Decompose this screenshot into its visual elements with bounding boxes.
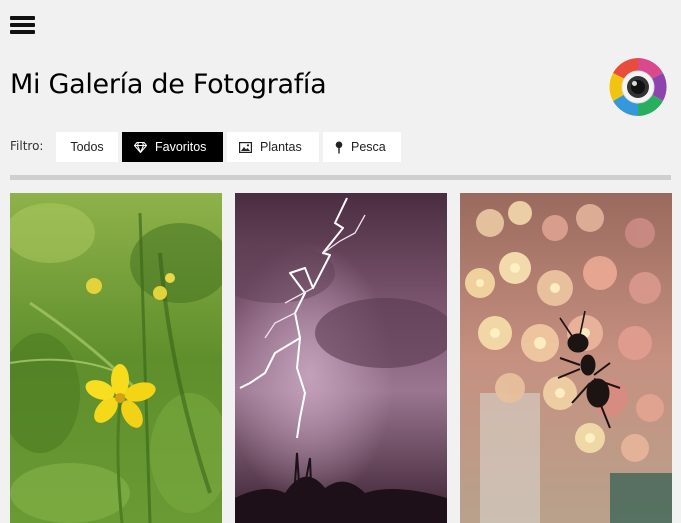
filter-label: Filtro: — [10, 139, 44, 153]
filter-favoritos-label: Favoritos — [155, 140, 207, 154]
filter-todos-label: Todos — [70, 140, 104, 154]
filter-plantas-label: Plantas — [260, 140, 302, 154]
yellow-flower-photo[interactable] — [10, 193, 222, 523]
camera-aperture-logo[interactable] — [607, 56, 669, 118]
map-pin-icon — [335, 141, 343, 154]
photo-gallery — [10, 193, 672, 523]
filter-pesca-label: Pesca — [351, 140, 386, 154]
filter-todos-button[interactable]: Todos — [56, 132, 118, 162]
hamburger-menu-icon[interactable] — [10, 14, 35, 36]
filter-pesca-button[interactable]: Pesca — [323, 132, 401, 162]
diamond-icon — [134, 141, 147, 153]
divider — [10, 175, 671, 180]
filter-plantas-button[interactable]: Plantas — [227, 132, 319, 162]
page-title: Mi Galería de Fotografía — [10, 69, 327, 100]
lightning-storm-photo[interactable] — [235, 193, 447, 523]
filter-bar: Todos Favoritos Plantas Pesca — [56, 132, 401, 162]
ant-on-flowers-photo[interactable] — [460, 193, 672, 523]
image-icon — [239, 141, 252, 153]
filter-favoritos-button[interactable]: Favoritos — [122, 132, 223, 162]
